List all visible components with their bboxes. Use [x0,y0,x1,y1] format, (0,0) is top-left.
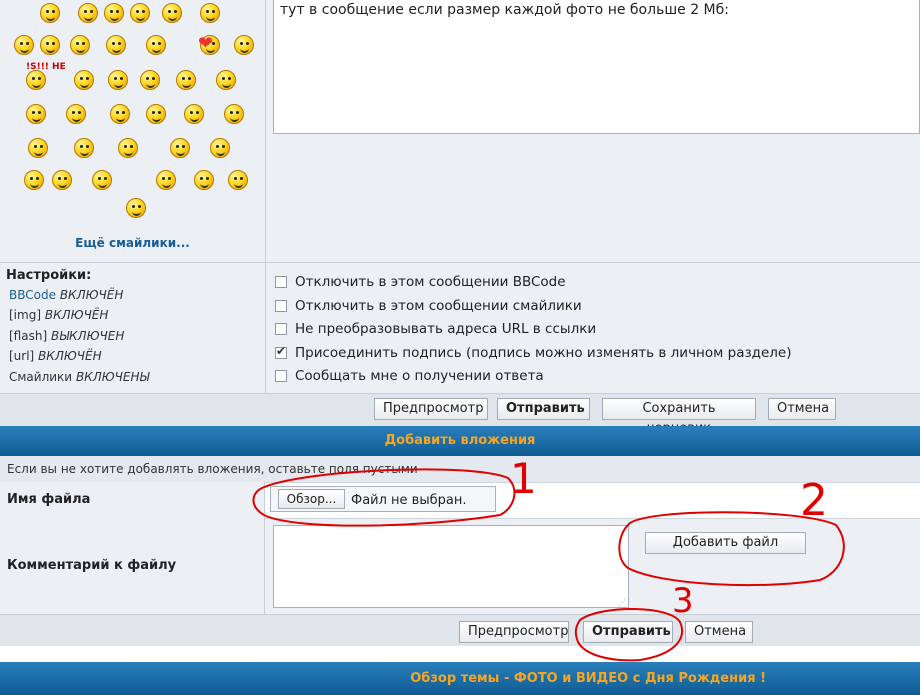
smiley-icon[interactable] [66,104,86,124]
preview-button-bottom[interactable]: Предпросмотр [459,621,569,643]
setting-flash-name: [flash] [9,329,48,343]
smiley-icon[interactable] [118,138,138,158]
cancel-button[interactable]: Отмена [768,398,836,420]
smiley-icon[interactable] [156,170,176,190]
setting-url: [url] ВКЛЮЧЁН [9,349,102,363]
preview-button[interactable]: Предпросмотр [374,398,488,420]
smiley-icon[interactable] [24,170,44,190]
smiley-icon[interactable] [108,70,128,90]
setting-flash-state: ВЫКЛЮЧЕН [50,329,125,343]
smiley-icon[interactable] [216,70,236,90]
smiley-icon[interactable] [92,170,112,190]
no-file-text: Файл не выбран. [351,493,467,508]
attachments-note: Если вы не хотите добавлять вложения, ос… [0,456,920,482]
comment-label: Комментарий к файлу [0,518,265,614]
smiley-icon[interactable] [228,170,248,190]
smiley-icon[interactable] [28,138,48,158]
option-disable-bbcode-checkbox[interactable] [275,276,287,288]
setting-img-state: ВКЛЮЧЁН [44,308,109,322]
smiley-icon[interactable] [200,3,220,23]
smiley-icon[interactable] [26,104,46,124]
browse-button[interactable]: Обзор... [278,489,345,509]
option-notify-reply-label: Сообщать мне о получении ответа [295,368,544,384]
smiley-icon[interactable] [146,104,166,124]
smiley-icon[interactable] [140,70,160,90]
more-smilies-link[interactable]: Ещё смайлики... [0,236,265,250]
smiley-icon[interactable] [170,138,190,158]
setting-bbcode-link[interactable]: BBCode [9,288,56,302]
cancel-button-bottom[interactable]: Отмена [685,621,753,643]
setting-smilies: Смайлики ВКЛЮЧЕНЫ [9,370,149,384]
filename-label: Имя файла [0,482,265,518]
option-disable-bbcode-label: Отключить в этом сообщении BBCode [295,274,566,290]
smiley-icon[interactable] [176,70,196,90]
smiley-icon[interactable] [70,35,90,55]
submit-button-bottom[interactable]: Отправить [583,621,673,643]
smiley-icon[interactable] [40,3,60,23]
smiley-icon[interactable] [162,3,182,23]
option-disable-bbcode[interactable]: Отключить в этом сообщении BBCode [275,274,566,290]
submit-button[interactable]: Отправить [497,398,590,420]
option-no-url-links-label: Не преобразовывать адреса URL в ссылки [295,321,597,337]
option-attach-signature-checkbox[interactable] [275,344,287,359]
spacer [0,646,920,662]
setting-bbcode-state: ВКЛЮЧЁН [59,288,124,302]
smiley-icon[interactable] [74,138,94,158]
smiley-icon[interactable] [26,70,46,90]
option-attach-signature[interactable]: Присоединить подпись (подпись можно изме… [275,344,792,361]
smiley-icon[interactable] [146,35,166,55]
setting-url-state: ВКЛЮЧЁН [38,349,102,363]
settings-title: Настройки: [6,268,92,283]
option-notify-reply-checkbox[interactable] [275,370,287,382]
option-disable-smilies[interactable]: Отключить в этом сообщении смайлики [275,298,582,314]
option-no-url-links-checkbox[interactable] [275,323,287,335]
topic-review-header: Обзор темы - ФОТО и ВИДЕО с Дня Рождения… [0,662,920,695]
setting-url-name: [url] [9,349,35,363]
resize-grip-icon[interactable]: ⋰ [618,598,626,607]
option-attach-signature-label: Присоединить подпись (подпись можно изме… [295,345,792,361]
option-disable-smilies-checkbox[interactable] [275,300,287,312]
attachments-header: Добавить вложения [0,426,920,456]
setting-bbcode: BBCode ВКЛЮЧЁН [9,288,123,302]
smilies-panel [0,0,266,262]
message-text: тут в сообщение если размер каждой фото … [280,2,729,18]
smiley-icon[interactable] [14,35,34,55]
smiley-icon[interactable] [106,35,126,55]
smiley-icon[interactable] [52,170,72,190]
smiley-icon[interactable] [74,70,94,90]
option-no-url-links[interactable]: Не преобразовывать адреса URL в ссылки [275,321,596,337]
smiley-icon[interactable] [194,170,214,190]
setting-flash: [flash] ВЫКЛЮЧЕН [9,329,124,343]
option-notify-reply[interactable]: Сообщать мне о получении ответа [275,368,544,384]
smiley-icon[interactable] [184,104,204,124]
file-comment-textarea[interactable]: ⋰ [273,525,629,608]
smiley-icon[interactable] [40,35,60,55]
setting-img: [img] ВКЛЮЧЁН [9,308,108,322]
smiley-icon[interactable] [234,35,254,55]
smiley-icon[interactable] [224,104,244,124]
smiley-icon[interactable] [78,3,98,23]
smiley-icon[interactable] [126,198,146,218]
option-disable-smilies-label: Отключить в этом сообщении смайлики [295,298,582,314]
smiley-icon[interactable] [104,3,124,23]
setting-img-name: [img] [9,308,42,322]
heart-icon[interactable]: ❤ [198,33,213,54]
smiley-sign-text: !S!!! НЕ [26,62,66,72]
smiley-icon[interactable] [130,3,150,23]
add-file-button[interactable]: Добавить файл [645,532,806,554]
setting-smilies-state: ВКЛЮЧЕНЫ [75,370,150,384]
smiley-icon[interactable] [210,138,230,158]
message-textarea[interactable]: тут в сообщение если размер каждой фото … [273,0,920,134]
smiley-icon[interactable] [110,104,130,124]
setting-smilies-name: Смайлики [9,370,73,384]
save-draft-button[interactable]: Сохранить черновик [602,398,756,436]
